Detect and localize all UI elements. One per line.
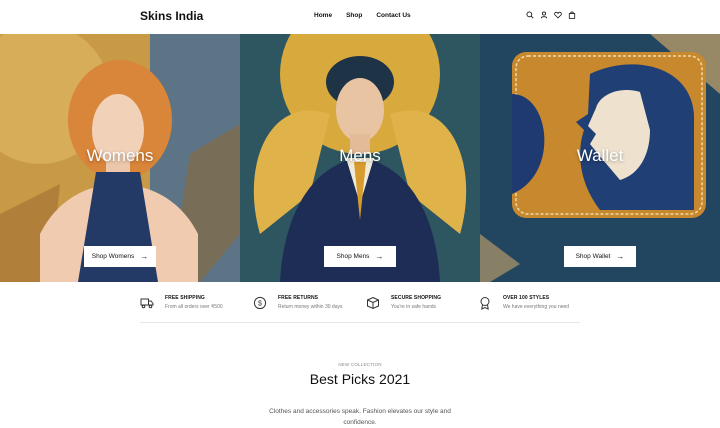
panel-title-wallet: Wallet — [576, 146, 624, 165]
feature-desc: From all orders over ₹500 — [165, 304, 223, 310]
shop-wallet-button[interactable]: Shop Wallet → — [564, 246, 636, 267]
feature-title: SECURE SHOPPING — [391, 295, 442, 301]
collection-title: Best Picks 2021 — [309, 371, 411, 387]
arrow-right-icon: → — [616, 251, 625, 261]
arrow-right-icon: → — [375, 251, 384, 261]
nav-home[interactable]: Home — [314, 12, 332, 19]
box-icon — [367, 296, 379, 310]
feature-desc: Return money within 30 days — [278, 304, 343, 310]
header-icons — [526, 11, 576, 19]
hero-panel-wallet[interactable]: Wallet Shop Wallet → — [480, 34, 720, 282]
hero-panel-womens[interactable]: Womens Shop Womens → — [0, 34, 240, 282]
feature-title: OVER 100 STYLES — [503, 295, 550, 301]
badge-icon — [480, 297, 490, 310]
shop-mens-button[interactable]: Shop Mens → — [324, 246, 396, 267]
money-return-icon: $ — [253, 296, 267, 310]
truck-icon — [140, 298, 154, 309]
nav-shop[interactable]: Shop — [346, 12, 362, 19]
feature-title: FREE SHIPPING — [165, 295, 205, 301]
collection-description: Clothes and accessories speak. Fashion e… — [269, 408, 451, 426]
svg-text:$: $ — [258, 301, 262, 308]
hero-panel-mens[interactable]: Mens Shop Mens → — [240, 34, 480, 282]
shop-womens-label: Shop Womens — [91, 253, 135, 260]
bag-icon[interactable] — [568, 11, 576, 19]
arrow-right-icon: → — [140, 251, 149, 261]
search-icon[interactable] — [526, 11, 534, 19]
nav-contact-us[interactable]: Contact Us — [376, 12, 410, 19]
shop-mens-label: Shop Mens — [336, 253, 370, 260]
site-header: Skins India Home Shop Contact Us — [0, 0, 720, 34]
hero-banner: Womens Shop Womens → Mens Shop Mens → Wa… — [0, 34, 720, 282]
feature-desc: You're in safe hands — [391, 304, 436, 310]
feature-desc: We have everything you need — [503, 304, 570, 310]
main-nav: Home Shop Contact Us — [314, 12, 411, 19]
heart-icon[interactable] — [554, 11, 562, 19]
feature-bar: FREE SHIPPING From all orders over ₹500 … — [140, 294, 580, 314]
brand-logo[interactable]: Skins India — [140, 9, 203, 23]
panel-title-mens: Mens — [339, 146, 381, 165]
feature-title: FREE RETURNS — [278, 295, 319, 301]
shop-womens-button[interactable]: Shop Womens → — [84, 246, 156, 267]
shop-wallet-label: Shop Wallet — [575, 253, 611, 260]
section-divider — [140, 322, 580, 323]
user-icon[interactable] — [540, 11, 548, 19]
collection-kicker: NEW COLLECTION — [338, 362, 382, 367]
panel-title-womens: Womens — [86, 146, 154, 165]
